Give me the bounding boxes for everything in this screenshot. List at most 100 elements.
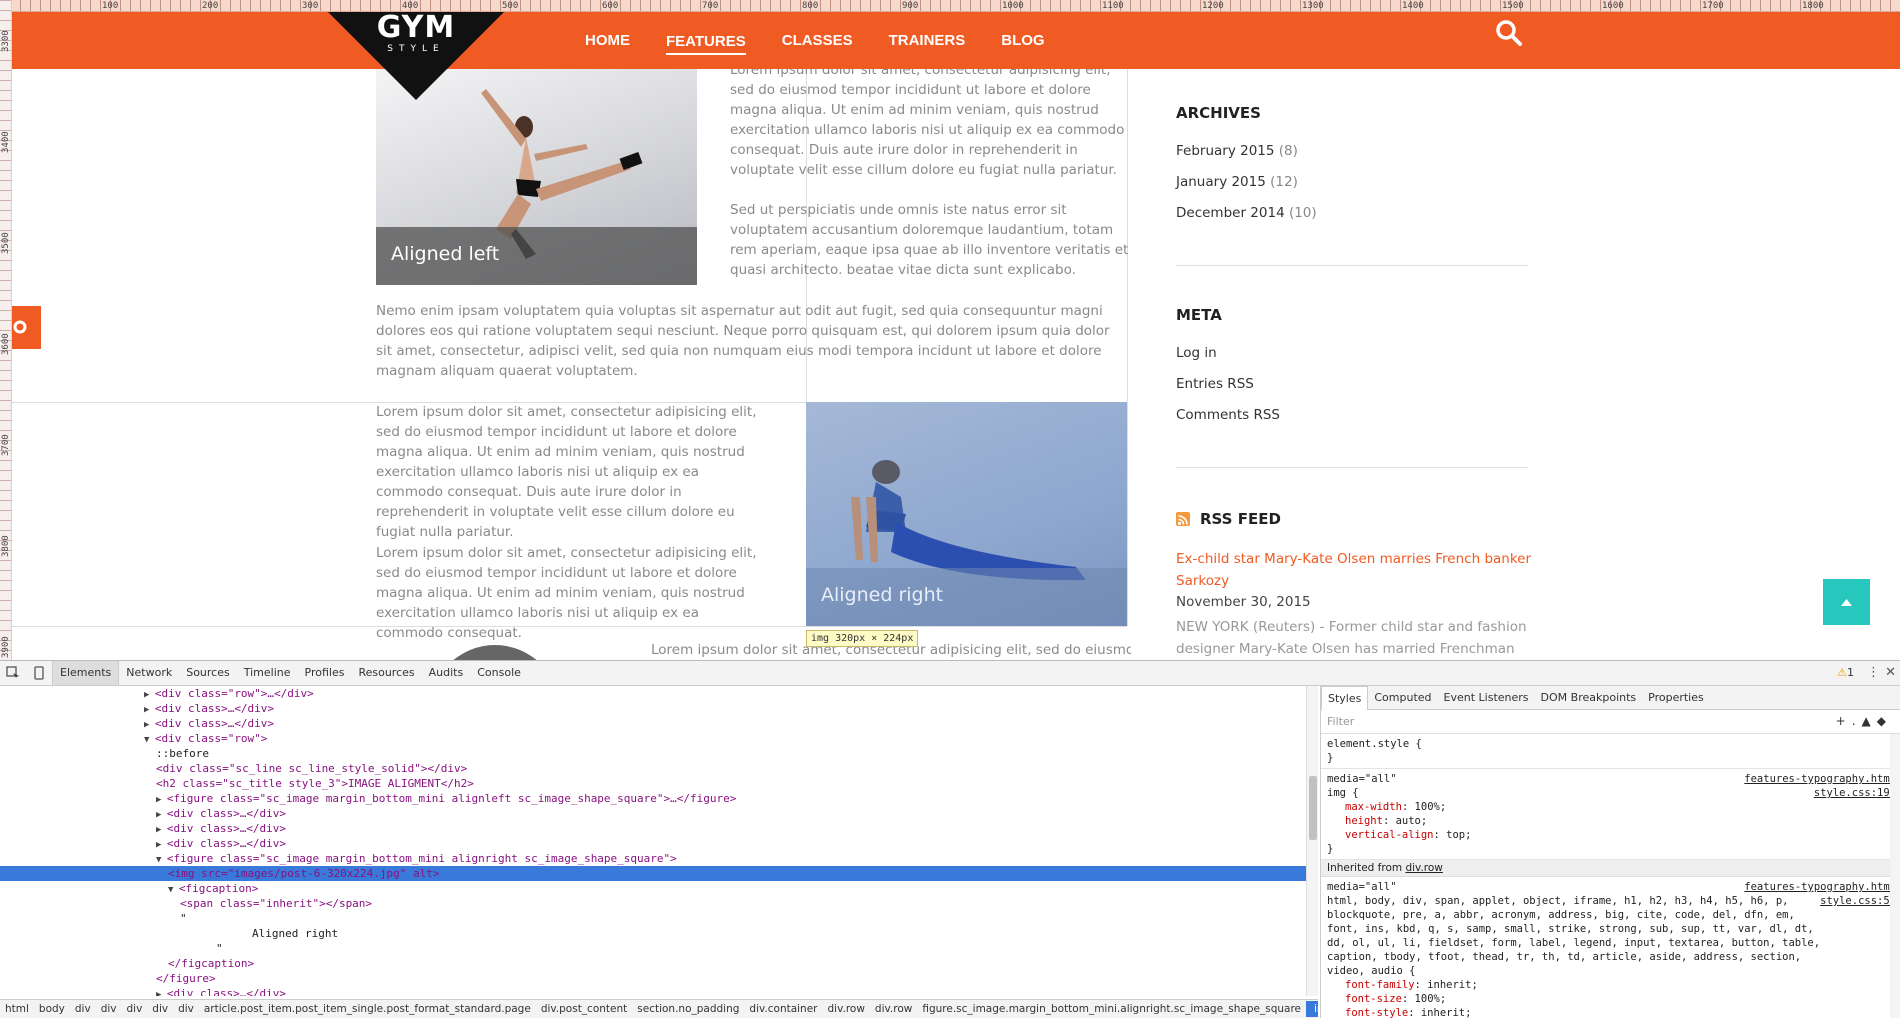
styles-filter-input[interactable]: Filter +.▲◆ xyxy=(1321,710,1900,734)
breadcrumb-item[interactable]: figure.sc_image.margin_bottom_mini.align… xyxy=(917,1003,1306,1015)
breadcrumb-item[interactable]: div.container xyxy=(744,1003,822,1015)
style-property[interactable]: font-family: inherit; xyxy=(1327,978,1894,992)
breadcrumb-item[interactable]: img xyxy=(1306,1001,1318,1017)
new-style-rule-icon[interactable]: +.▲◆ xyxy=(1836,714,1892,728)
scroll-to-top-button[interactable] xyxy=(1823,579,1870,625)
tab-event-listeners[interactable]: Event Listeners xyxy=(1438,686,1535,710)
tab-sources[interactable]: Sources xyxy=(179,661,237,685)
rule-source-link[interactable]: style.css:198 xyxy=(1814,786,1896,800)
dom-node[interactable]: ▶ <div class>…</div> xyxy=(0,701,1318,716)
collapse-arrow-icon[interactable]: ▼ xyxy=(156,855,167,865)
expand-arrow-icon[interactable]: ▶ xyxy=(156,840,167,850)
breadcrumb-item[interactable]: div.row xyxy=(823,1003,870,1015)
archive-link[interactable]: February 2015 (8) xyxy=(1176,143,1298,159)
rule-source-link[interactable]: features-typography.html xyxy=(1744,772,1896,786)
site-logo[interactable]: GYM STYLE xyxy=(316,0,516,102)
collapse-arrow-icon[interactable]: ▼ xyxy=(168,885,179,895)
breadcrumb-item[interactable]: article.post_item.post_item_single.post_… xyxy=(199,1003,536,1015)
dom-node[interactable]: ▶ <div class>…</div> xyxy=(0,806,1318,821)
dom-node[interactable]: </figure> xyxy=(0,971,1318,986)
style-property[interactable]: height: auto; xyxy=(1327,814,1894,828)
warning-count[interactable]: ⚠1 xyxy=(1837,666,1854,679)
tab-properties[interactable]: Properties xyxy=(1642,686,1710,710)
dom-scrollbar[interactable] xyxy=(1306,686,1318,996)
meta-link-login[interactable]: Log in xyxy=(1176,345,1217,361)
dom-node[interactable]: ▶ <div class="row">…</div> xyxy=(0,686,1318,701)
rule-source-link[interactable]: style.css:58 xyxy=(1820,894,1896,908)
expand-arrow-icon[interactable]: ▶ xyxy=(156,825,167,835)
inspect-element-icon[interactable] xyxy=(0,661,26,685)
dom-node[interactable]: </figcaption> xyxy=(0,956,1318,971)
tab-styles[interactable]: Styles xyxy=(1321,686,1369,710)
dom-node[interactable]: ::before xyxy=(0,746,1318,761)
breadcrumb-item[interactable]: div xyxy=(173,1003,199,1015)
dom-node[interactable]: ▶ <div class>…</div> xyxy=(0,821,1318,836)
breadcrumb-item[interactable]: div xyxy=(96,1003,122,1015)
nav-features[interactable]: FEATURES xyxy=(666,27,746,55)
dom-node[interactable]: " xyxy=(0,941,1318,956)
tab-network[interactable]: Network xyxy=(119,661,179,685)
dom-node[interactable]: ▶ <div class>…</div> xyxy=(0,986,1318,996)
expand-arrow-icon[interactable]: ▶ xyxy=(144,705,155,715)
breadcrumb-item[interactable]: div.post_content xyxy=(536,1003,632,1015)
nav-trainers[interactable]: TRAINERS xyxy=(889,26,966,55)
tab-profiles[interactable]: Profiles xyxy=(298,661,352,685)
expand-arrow-icon[interactable]: ▶ xyxy=(156,810,167,820)
dom-node[interactable]: ▶ <div class>…</div> xyxy=(0,836,1318,851)
dom-node[interactable]: ▼ <div class="row"> xyxy=(0,731,1318,746)
expand-arrow-icon[interactable]: ▶ xyxy=(144,690,155,700)
breadcrumb-item[interactable]: div xyxy=(147,1003,173,1015)
search-icon[interactable] xyxy=(1494,18,1524,48)
settings-gear-icon[interactable] xyxy=(12,306,41,349)
breadcrumb-item[interactable]: div xyxy=(121,1003,147,1015)
meta-link-comments-rss[interactable]: Comments RSS xyxy=(1176,407,1280,423)
inherited-from-link[interactable]: div.row xyxy=(1405,862,1442,874)
element-style-rule[interactable]: element.style { } xyxy=(1321,734,1900,769)
close-icon[interactable]: ✕ xyxy=(1885,665,1896,680)
more-options-icon[interactable]: ⋮ xyxy=(1867,665,1880,680)
meta-link-entries-rss[interactable]: Entries RSS xyxy=(1176,376,1254,392)
archive-link[interactable]: December 2014 (10) xyxy=(1176,205,1317,221)
archive-link[interactable]: January 2015 (12) xyxy=(1176,174,1298,190)
styles-scrollbar[interactable] xyxy=(1890,734,1900,1018)
style-property[interactable]: vertical-align: top; xyxy=(1327,828,1894,842)
tab-resources[interactable]: Resources xyxy=(351,661,421,685)
nav-home[interactable]: HOME xyxy=(585,26,630,55)
device-mode-icon[interactable] xyxy=(26,661,52,685)
dom-node[interactable]: <div class="sc_line sc_line_style_solid"… xyxy=(0,761,1318,776)
tab-audits[interactable]: Audits xyxy=(422,661,471,685)
dom-node[interactable]: ▼ <figcaption> xyxy=(0,881,1318,896)
breadcrumb-item[interactable]: section.no_padding xyxy=(632,1003,744,1015)
rss-post-title[interactable]: Ex-child star Mary-Kate Olsen marries Fr… xyxy=(1176,548,1536,592)
tab-elements[interactable]: Elements xyxy=(52,661,120,685)
style-property[interactable]: font-size: 100%; xyxy=(1327,992,1894,1006)
style-property[interactable]: max-width: 100%; xyxy=(1327,800,1894,814)
nav-blog[interactable]: BLOG xyxy=(1001,26,1044,55)
breadcrumb-item[interactable]: body xyxy=(34,1003,70,1015)
dom-node[interactable]: ▶ <figure class="sc_image margin_bottom_… xyxy=(0,791,1318,806)
dom-node[interactable]: <span class="inherit"></span> xyxy=(0,896,1318,911)
dom-scrollbar-thumb[interactable] xyxy=(1309,776,1317,840)
dom-node-selected[interactable]: <img src="images/post-6-320x224.jpg" alt… xyxy=(0,866,1318,881)
expand-arrow-icon[interactable]: ▶ xyxy=(156,990,167,996)
dom-node[interactable]: " xyxy=(0,911,1318,926)
dom-tree[interactable]: ▶ <div class="row">…</div> ▶ <div class>…… xyxy=(0,686,1318,996)
breadcrumb-item[interactable]: div.row xyxy=(870,1003,917,1015)
style-property[interactable]: font-style: inherit; xyxy=(1327,1006,1894,1018)
img-style-rule[interactable]: features-typography.html style.css:198 m… xyxy=(1321,769,1900,860)
dom-node[interactable]: ▼ <figure class="sc_image margin_bottom_… xyxy=(0,851,1318,866)
expand-arrow-icon[interactable]: ▶ xyxy=(156,795,167,805)
expand-arrow-icon[interactable]: ▶ xyxy=(144,720,155,730)
tab-computed[interactable]: Computed xyxy=(1368,686,1437,710)
dom-node[interactable]: Aligned right xyxy=(0,926,1318,941)
dom-node[interactable]: ▶ <div class>…</div> xyxy=(0,716,1318,731)
dom-node[interactable]: <h2 class="sc_title style_3">IMAGE ALIGM… xyxy=(0,776,1318,791)
breadcrumb-item[interactable]: html xyxy=(0,1003,34,1015)
breadcrumb-item[interactable]: div xyxy=(70,1003,96,1015)
reset-style-rule[interactable]: features-typography.html style.css:58 me… xyxy=(1321,877,1900,1018)
nav-classes[interactable]: CLASSES xyxy=(782,26,853,55)
image-aligned-right[interactable]: Aligned right xyxy=(806,402,1127,626)
rule-source-link[interactable]: features-typography.html xyxy=(1744,880,1896,894)
tab-timeline[interactable]: Timeline xyxy=(237,661,298,685)
tab-console[interactable]: Console xyxy=(470,661,528,685)
